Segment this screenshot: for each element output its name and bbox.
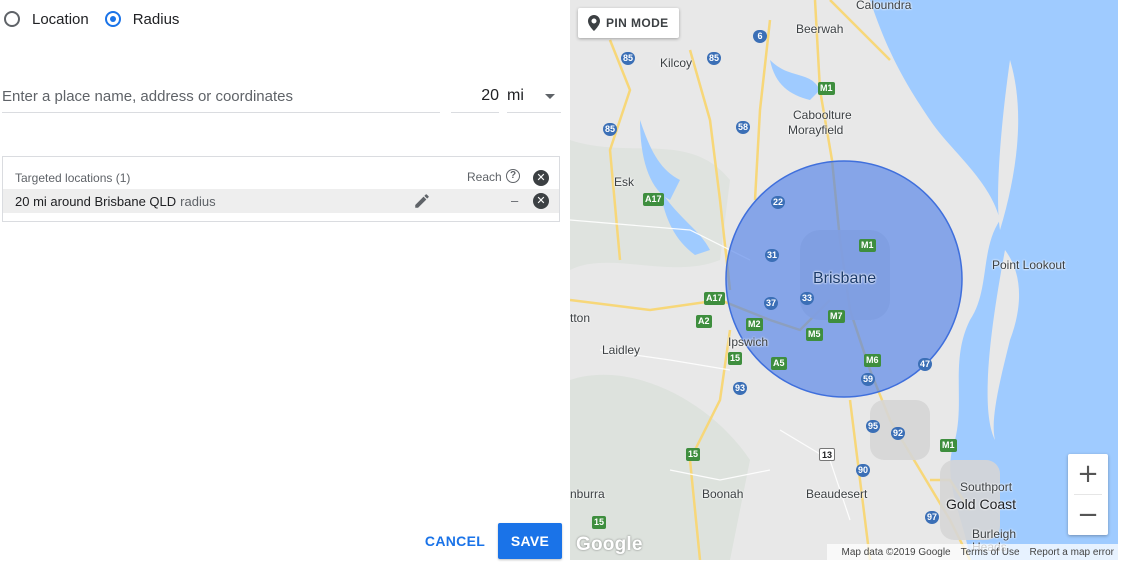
map-label-kilcoy: Kilcoy bbox=[660, 56, 693, 70]
map-data-attribution: Map data ©2019 Google bbox=[841, 546, 951, 558]
map-label-atton: tton bbox=[570, 311, 591, 325]
road-shield: A17 bbox=[704, 292, 725, 305]
zoom-in-button[interactable]: + bbox=[1068, 454, 1108, 494]
road-shield: 15 bbox=[686, 448, 701, 461]
map-attribution: Map data ©2019 Google Terms of Use Repor… bbox=[827, 544, 1118, 560]
radius-unit-label: mi bbox=[507, 87, 524, 104]
road-shield: M1 bbox=[859, 239, 876, 252]
target-location-type: radius bbox=[180, 194, 216, 209]
target-reach-value: – bbox=[511, 193, 519, 208]
map-label-brisbane: Brisbane bbox=[813, 270, 877, 287]
map-label-point-lookout: Point Lookout bbox=[992, 258, 1066, 272]
cancel-button[interactable]: CANCEL bbox=[418, 523, 492, 559]
map-label-beerwah: Beerwah bbox=[796, 22, 844, 36]
report-map-error-link[interactable]: Report a map error bbox=[1030, 547, 1114, 558]
remove-all-icon[interactable]: ✕ bbox=[533, 170, 549, 186]
road-shield: A17 bbox=[643, 193, 664, 206]
location-mode-radio-group: Location Radius bbox=[4, 8, 195, 30]
map-label-beaudesert: Beaudesert bbox=[806, 487, 868, 501]
road-shield: M5 bbox=[806, 328, 823, 341]
map-label-burleigh: Burleigh bbox=[972, 527, 1017, 541]
zoom-out-button[interactable]: − bbox=[1068, 495, 1108, 535]
caret-down-icon bbox=[545, 94, 555, 99]
map-label-caloundra: Caloundra bbox=[856, 0, 912, 12]
location-targeting-editor: Location Radius mi Targeted locations (1… bbox=[0, 0, 1121, 562]
road-shield: M7 bbox=[828, 310, 845, 323]
radius-radio[interactable]: Radius bbox=[104, 10, 180, 28]
map-label-boonah: Boonah bbox=[702, 487, 744, 501]
road-shield: 13 bbox=[819, 448, 836, 461]
radius-value-input[interactable] bbox=[451, 80, 499, 113]
help-icon[interactable]: ? bbox=[506, 169, 520, 183]
road-shield: M1 bbox=[818, 82, 835, 95]
road-shield: M2 bbox=[746, 318, 763, 331]
radius-unit-select[interactable]: mi bbox=[507, 80, 561, 113]
pin-mode-button[interactable]: PIN MODE bbox=[578, 8, 679, 38]
road-shield: M1 bbox=[940, 439, 957, 452]
map-label-esk: Esk bbox=[614, 175, 635, 189]
targeting-panel: Location Radius mi Targeted locations (1… bbox=[0, 0, 570, 562]
map-label-morayfield: Morayfield bbox=[788, 123, 844, 137]
location-radio[interactable]: Location bbox=[4, 11, 89, 28]
location-radio-label: Location bbox=[32, 10, 89, 28]
remove-location-icon[interactable]: ✕ bbox=[533, 193, 549, 209]
save-button[interactable]: SAVE bbox=[498, 523, 562, 559]
pencil-icon[interactable] bbox=[413, 192, 431, 210]
target-location-label: 20 mi around Brisbane QLD radius bbox=[15, 194, 216, 209]
map-label-southport: Southport bbox=[960, 480, 1013, 494]
table-row: 20 mi around Brisbane QLD radius – ✕ bbox=[3, 189, 559, 213]
place-search-input[interactable] bbox=[2, 80, 440, 113]
reach-column-header: Reach bbox=[467, 170, 502, 184]
google-logo[interactable]: Google bbox=[576, 534, 643, 556]
road-shield: M6 bbox=[864, 354, 881, 367]
map-label-ipswich: Ipswich bbox=[728, 335, 769, 349]
zoom-controls: + − bbox=[1068, 454, 1108, 535]
road-shield: 15 bbox=[592, 516, 607, 529]
map-label-caboolture: Caboolture bbox=[793, 108, 852, 122]
road-shield: 15 bbox=[728, 352, 743, 365]
targeted-locations-table: Targeted locations (1) Reach ? ✕ 20 mi a… bbox=[2, 156, 560, 222]
target-location-text: 20 mi around Brisbane QLD bbox=[15, 194, 177, 209]
map-pin-icon bbox=[588, 15, 600, 31]
location-radio-circle-icon[interactable] bbox=[4, 11, 20, 27]
radius-radio-label: Radius bbox=[132, 10, 180, 28]
terms-of-use-link[interactable]: Terms of Use bbox=[961, 547, 1020, 558]
radius-radio-circle-icon[interactable] bbox=[104, 11, 121, 27]
targeted-locations-header: Targeted locations (1) bbox=[15, 171, 131, 185]
map-label-nburra: nburra bbox=[570, 487, 605, 501]
map-view[interactable]: Caloundra Beerwah Kilcoy Caboolture Mora… bbox=[570, 0, 1118, 560]
map-label-gold-coast: Gold Coast bbox=[946, 496, 1017, 512]
pin-mode-label: PIN MODE bbox=[606, 16, 669, 30]
road-shield: A5 bbox=[771, 357, 787, 370]
road-shield: A2 bbox=[696, 315, 712, 328]
map-label-laidley: Laidley bbox=[602, 343, 641, 357]
